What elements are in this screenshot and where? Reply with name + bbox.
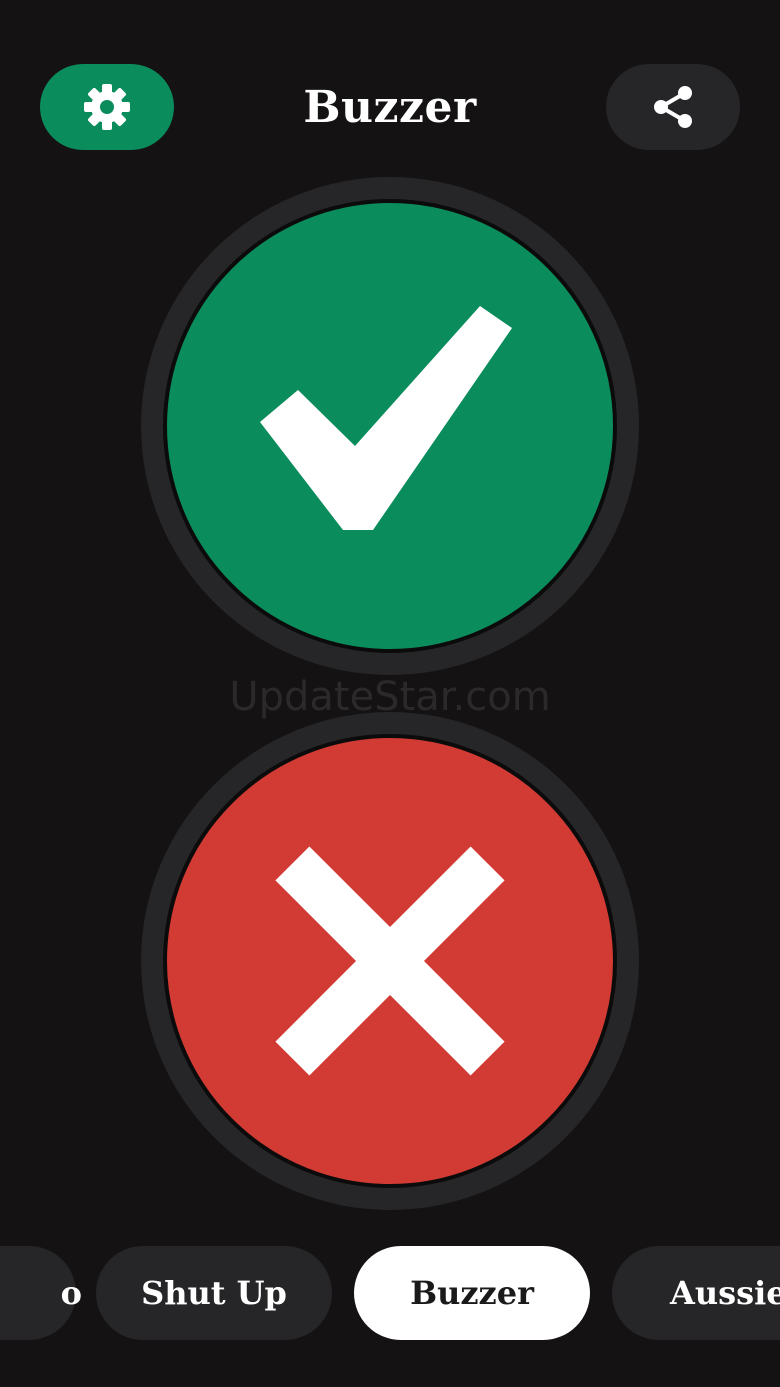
no-button-ring [141,712,639,1210]
sound-chip-previous[interactable]: o [0,1246,82,1340]
yes-buzzer-button[interactable] [163,199,617,653]
sound-chip-label: Aussie [670,1274,780,1312]
cross-icon [275,846,505,1076]
share-button[interactable] [606,64,740,150]
sound-chip-shut-up[interactable]: Shut Up [96,1246,332,1340]
share-icon [654,86,692,128]
buzzer-screen: Buzzer UpdateStar.com o Shut Up Buzzer A… [0,0,780,1387]
sound-chip-label: o [60,1274,82,1312]
sound-chip-label: Shut Up [141,1274,287,1312]
sound-chip-buzzer[interactable]: Buzzer [354,1246,590,1340]
sound-selector: o Shut Up Buzzer Aussie [0,1246,780,1340]
sound-chip-label: Buzzer [410,1274,534,1312]
sound-chip-aussie[interactable]: Aussie [612,1246,780,1340]
checkmark-icon [260,306,512,530]
yes-button-ring [141,177,639,675]
no-buzzer-button[interactable] [163,734,617,1188]
